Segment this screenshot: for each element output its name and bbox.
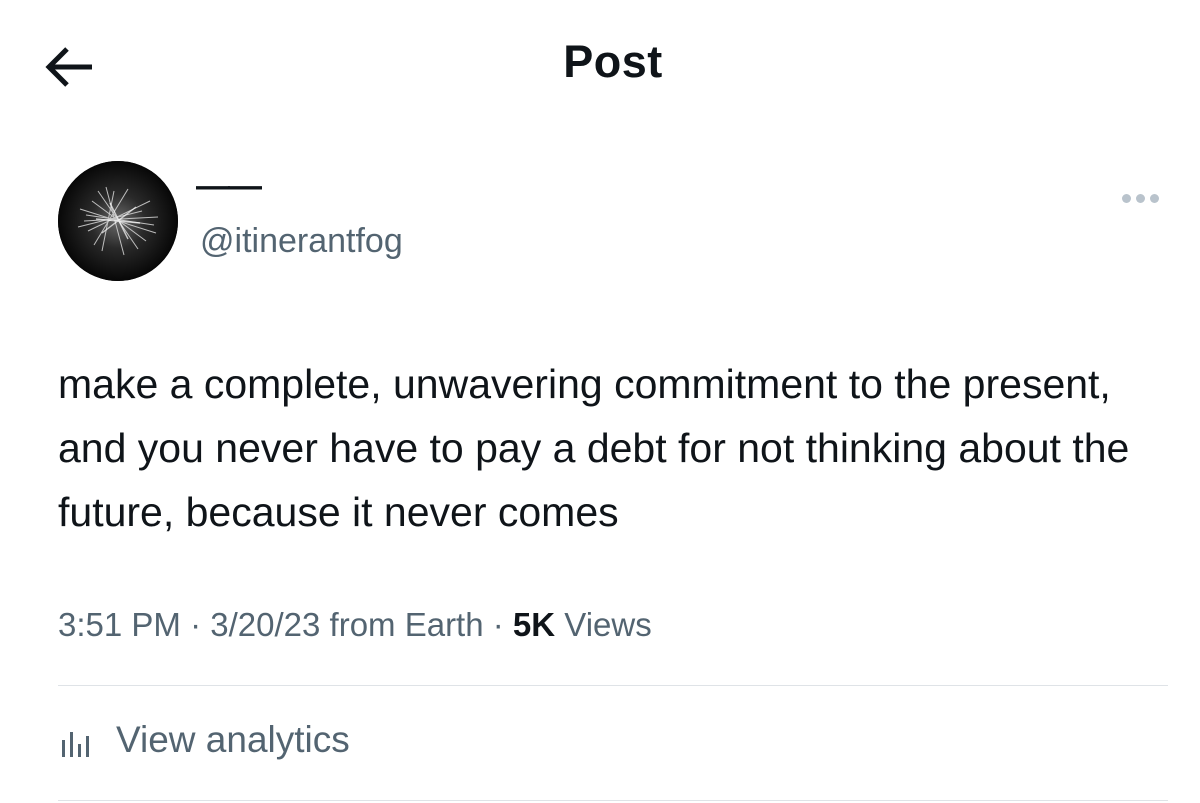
user-handle[interactable]: @itinerantfog [200,222,403,261]
post-source: from Earth [329,606,484,643]
view-analytics-button[interactable]: View analytics [58,712,350,768]
meta-separator: · [190,606,202,643]
more-horizontal-icon [1122,194,1131,203]
divider [58,800,1168,801]
abstract-avatar-image [58,161,178,281]
more-options-button[interactable] [1116,186,1166,210]
bar-chart-icon [62,732,89,757]
post-text: make a complete, unwavering commitment t… [58,361,1130,535]
view-analytics-label: View analytics [116,719,350,760]
divider [58,685,1168,686]
post-time[interactable]: 3:51 PM [58,606,181,643]
page-title: Post [563,36,663,87]
views-count: 5K [512,606,556,643]
views-label: Views [564,606,652,643]
display-name[interactable]: —— [196,168,262,204]
more-horizontal-icon-dot [1136,194,1145,203]
post-date[interactable]: 3/20/23 [210,606,320,643]
more-horizontal-icon-dot [1150,194,1159,203]
meta-separator: · [492,606,504,643]
top-bar: Post [0,0,1200,130]
avatar[interactable] [58,161,178,281]
post-meta: 3:51 PM · 3/20/23 from Earth · 5K Views [58,606,652,644]
